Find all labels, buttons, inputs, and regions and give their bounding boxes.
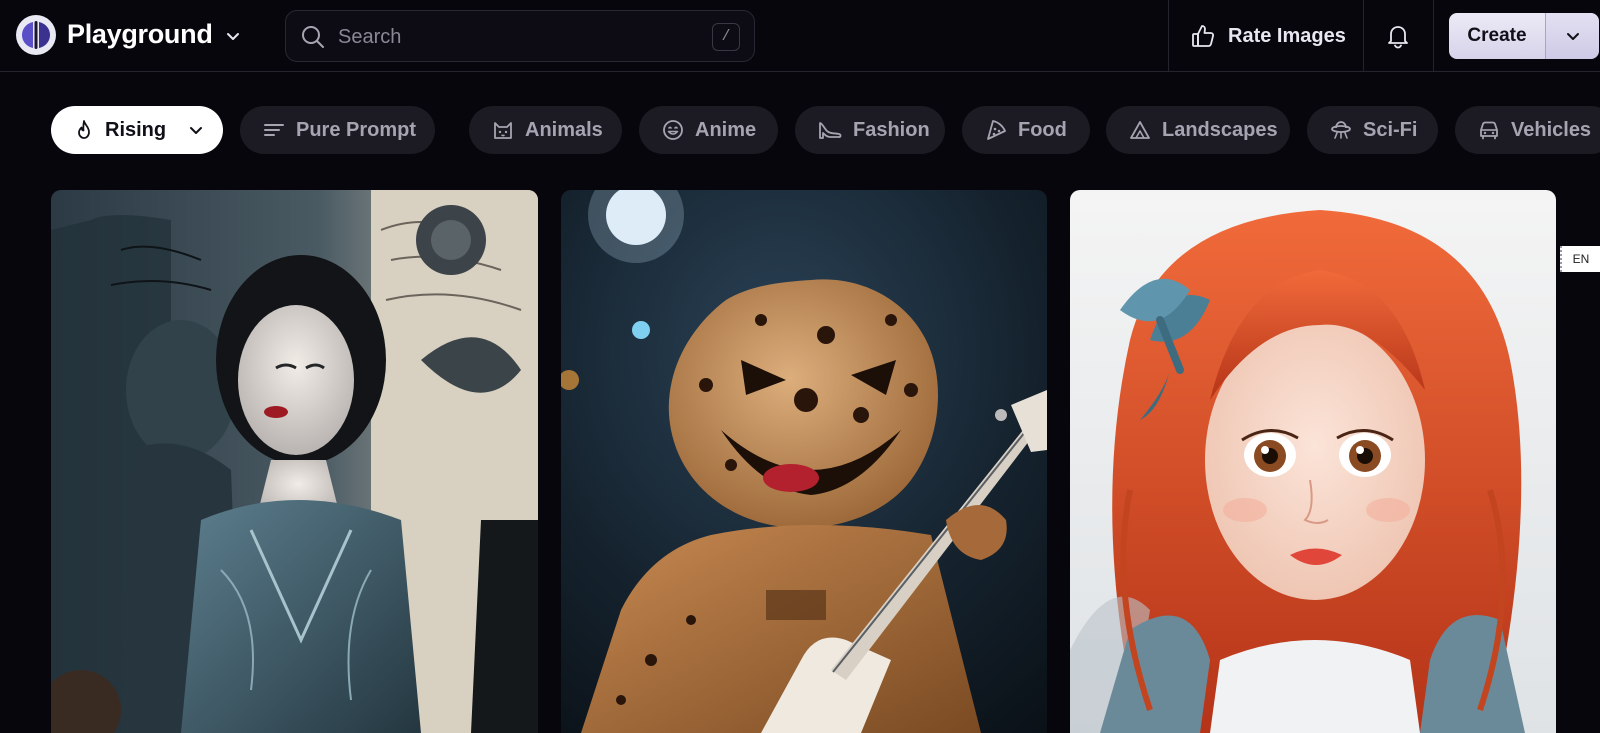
category-label: Sci-Fi <box>1363 118 1418 141</box>
gallery-image <box>51 190 538 733</box>
search-box[interactable]: / <box>285 10 755 62</box>
search-shortcut-key: / <box>712 23 740 51</box>
category-landscapes[interactable]: Landscapes <box>1106 106 1290 154</box>
header-divider <box>1433 0 1434 72</box>
gallery-image <box>561 190 1047 733</box>
category-label: Food <box>1018 118 1067 141</box>
ufo-icon <box>1331 121 1351 139</box>
chevron-down-icon[interactable] <box>224 27 242 45</box>
category-label: Landscapes <box>1162 118 1278 141</box>
category-animals[interactable]: Animals <box>469 106 622 154</box>
rate-images-button[interactable]: Rate Images <box>1190 20 1346 52</box>
category-label: Fashion <box>853 118 930 141</box>
bell-icon[interactable] <box>1384 22 1412 50</box>
rate-images-label: Rate Images <box>1228 24 1346 47</box>
flame-icon <box>78 120 90 139</box>
playground-logo-icon[interactable] <box>16 15 56 55</box>
heel-icon <box>819 122 842 139</box>
gallery-image <box>1070 190 1556 733</box>
category-pure-prompt[interactable]: Pure Prompt <box>240 106 435 154</box>
category-food[interactable]: Food <box>962 106 1090 154</box>
category-label: Rising <box>105 118 167 141</box>
category-label: Animals <box>525 118 603 141</box>
smile-icon <box>663 120 683 140</box>
category-rising[interactable]: Rising <box>51 106 223 154</box>
lines-icon <box>264 124 284 136</box>
category-fashion[interactable]: Fashion <box>795 106 945 154</box>
create-split-button: Create <box>1449 13 1599 59</box>
search-icon <box>302 26 324 48</box>
gallery-card-redhead-girl[interactable] <box>1070 190 1556 733</box>
category-label: Vehicles <box>1511 118 1592 141</box>
category-label: Anime <box>695 118 757 141</box>
pizza-icon <box>987 120 1006 140</box>
category-sci-fi[interactable]: Sci-Fi <box>1307 106 1438 154</box>
category-vehicles[interactable]: Vehicles <box>1455 106 1600 154</box>
brand-name[interactable]: Playground <box>67 19 213 50</box>
header-divider <box>1168 0 1169 72</box>
header-divider <box>1363 0 1364 72</box>
chevron-down-icon <box>1566 33 1579 40</box>
cat-icon <box>494 122 512 139</box>
create-button[interactable]: Create <box>1449 13 1545 59</box>
gallery-card-cookie-guitarist[interactable] <box>561 190 1047 733</box>
mountain-icon <box>1130 121 1150 139</box>
chevron-down-icon <box>190 127 203 134</box>
gallery-card-vintage-woman[interactable] <box>51 190 538 733</box>
language-tag[interactable]: EN <box>1560 246 1600 272</box>
car-icon <box>1480 121 1498 140</box>
create-dropdown-button[interactable] <box>1546 13 1599 59</box>
thumbs-up-icon <box>1192 25 1215 47</box>
category-anime[interactable]: Anime <box>639 106 778 154</box>
search-input[interactable] <box>338 23 678 51</box>
top-bar: Playground / Rate Images Create <box>0 0 1600 72</box>
category-label: Pure Prompt <box>296 118 417 141</box>
